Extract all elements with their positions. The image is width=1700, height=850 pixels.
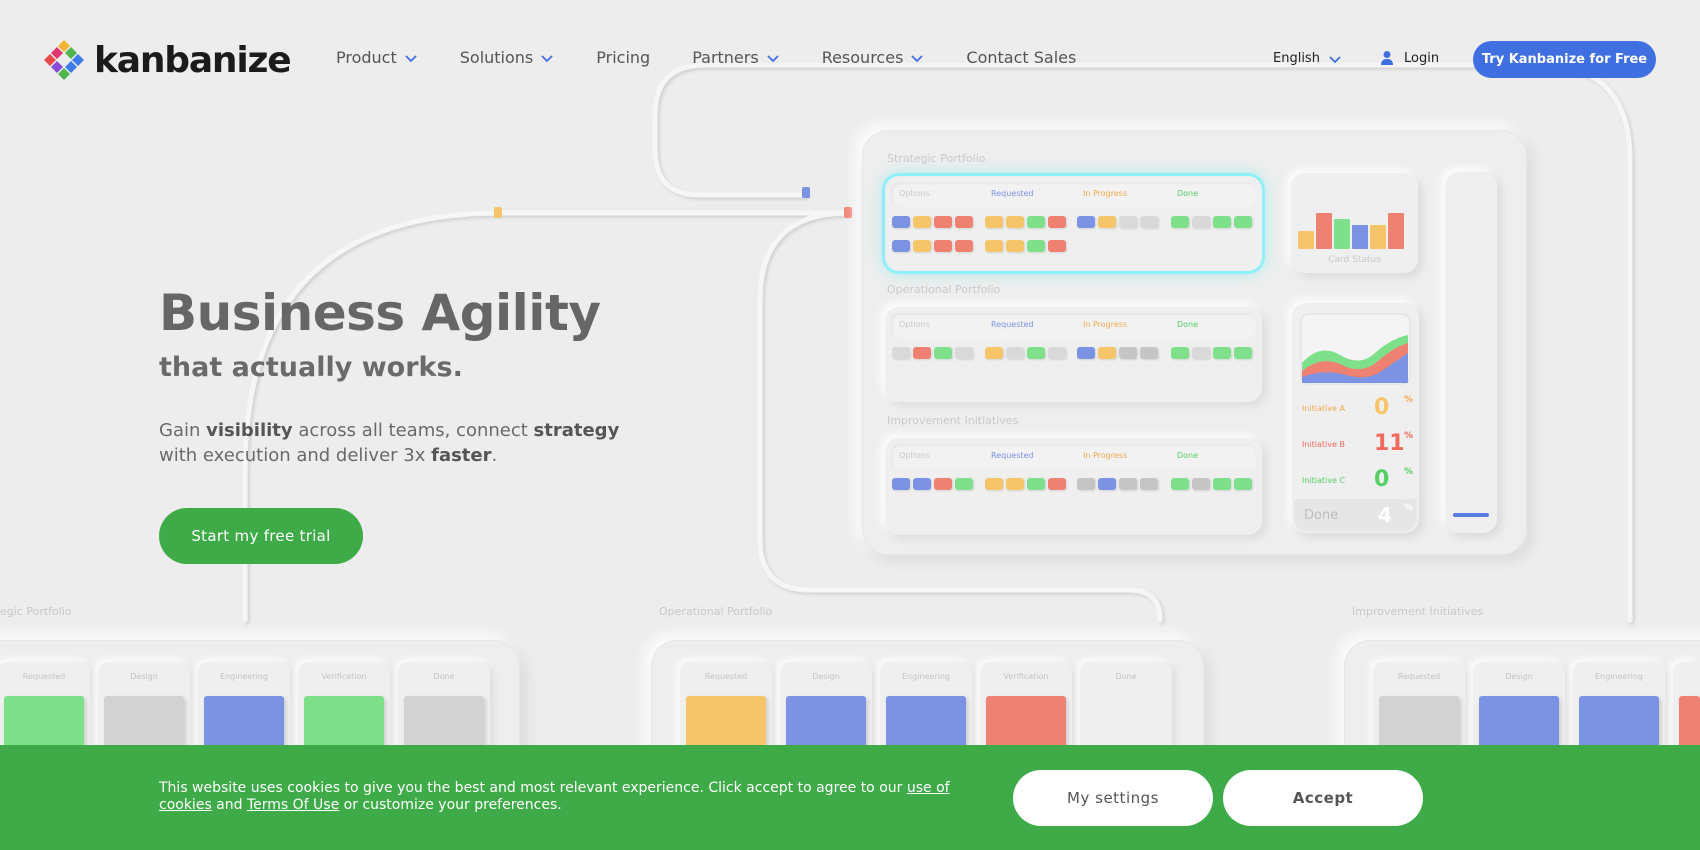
card-status-widget: Card Status <box>1291 173 1418 273</box>
nav-item-label: Pricing <box>596 48 651 67</box>
hero-subtitle: that actually works. <box>159 352 463 383</box>
initiative-a-unit: % <box>1404 395 1414 405</box>
initiative-a-label: Initiative A <box>1302 404 1345 413</box>
bottom-portfolio-label-strategic: egic Portfolio <box>0 605 72 618</box>
chevron-down-icon <box>541 54 553 62</box>
nav-item-label: Product <box>336 48 397 67</box>
pipe-marker-blue <box>802 187 810 198</box>
language-label: English <box>1273 51 1320 66</box>
nav-item-partners[interactable]: Partners <box>692 48 779 67</box>
col-title-requested: Requested <box>991 320 1034 329</box>
chevron-down-icon <box>911 54 924 62</box>
hero-title: Business Agility <box>159 284 601 342</box>
done-value: 4 <box>1378 503 1392 527</box>
col-title-in-progress: In Progress <box>1083 320 1128 329</box>
terms-of-use-link[interactable]: Terms Of Use <box>247 797 339 813</box>
cookie-message: This website uses cookies to give you th… <box>159 780 950 813</box>
nav-item-resources[interactable]: Resources <box>822 48 925 67</box>
main-nav: Product Solutions Pricing Partners Resou… <box>336 48 1118 67</box>
done-row: Done 4 % <box>1294 499 1417 531</box>
nav-item-pricing[interactable]: Pricing <box>596 48 650 67</box>
chevron-down-icon <box>1329 55 1341 63</box>
initiative-c-unit: % <box>1404 467 1414 477</box>
bottom-portfolio-label-improvement: Improvement Initiatives <box>1352 605 1484 618</box>
try-free-button[interactable]: Try Kanbanize for Free <box>1473 41 1656 78</box>
site-header: kanbanize Product Solutions Pricing Part… <box>0 0 1700 120</box>
col-title-done: Done <box>1177 320 1199 329</box>
col-title-requested: Requested <box>991 451 1034 460</box>
board-operational: Options Requested In Progress Done <box>885 307 1262 402</box>
language-selector[interactable]: English <box>1273 51 1342 66</box>
portfolio-label-strategic: Strategic Portfolio <box>887 152 986 165</box>
bottom-portfolio-label-operational: Operational Portfolio <box>659 605 773 618</box>
pipe-marker-red <box>844 207 852 218</box>
col-title-options: Options <box>899 451 930 460</box>
nav-item-product[interactable]: Product <box>336 48 418 67</box>
chevron-down-icon <box>405 54 417 62</box>
nav-item-solutions[interactable]: Solutions <box>460 48 555 67</box>
nav-item-label: Resources <box>821 48 904 67</box>
initiative-c-label: Initiative C <box>1302 476 1346 485</box>
nav-item-label: Solutions <box>459 48 534 67</box>
login-label: Login <box>1404 50 1440 66</box>
col-title-in-progress: In Progress <box>1083 189 1128 198</box>
col-title-options: Options <box>899 320 930 329</box>
col-title-done: Done <box>1177 189 1199 198</box>
portfolio-label-operational: Operational Portfolio <box>887 283 1001 296</box>
col-title-done: Done <box>1177 451 1199 460</box>
cookie-accept-button[interactable]: Accept <box>1223 770 1423 826</box>
card-status-label: Card Status <box>1328 255 1381 265</box>
board-improvement: Options Requested In Progress Done <box>885 438 1262 535</box>
kanbanize-logo-icon <box>44 40 84 80</box>
nav-item-contact-sales[interactable]: Contact Sales <box>966 48 1076 67</box>
nav-item-label: Partners <box>692 48 759 67</box>
initiative-b-label: Initiative B <box>1302 440 1345 449</box>
page: Strategic Portfolio Operational Portfoli… <box>0 0 1700 850</box>
pipe-marker-yellow <box>494 207 502 218</box>
col-title-in-progress: In Progress <box>1083 451 1128 460</box>
initiative-b-unit: % <box>1404 431 1414 441</box>
nav-item-label: Contact Sales <box>966 48 1077 67</box>
initiative-b-value: 11 <box>1374 431 1405 456</box>
logo[interactable]: kanbanize <box>42 38 292 82</box>
slider-indicator <box>1453 513 1489 517</box>
cookie-banner: This website uses cookies to give you th… <box>0 745 1700 850</box>
cookie-settings-button[interactable]: My settings <box>1013 770 1213 826</box>
initiatives-widget: Initiative A 0 % Initiative B 11 % Initi… <box>1292 303 1419 533</box>
done-label: Done <box>1304 508 1339 523</box>
logo-text: kanbanize <box>94 39 292 81</box>
login-link[interactable]: Login <box>1380 50 1439 66</box>
vertical-slider-widget <box>1445 172 1497 533</box>
col-title-requested: Requested <box>991 189 1034 198</box>
user-icon <box>1381 51 1393 65</box>
area-chart-icon <box>1300 313 1411 385</box>
col-title-options: Options <box>899 189 930 198</box>
chevron-down-icon <box>767 54 779 62</box>
initiative-c-value: 0 <box>1374 467 1390 492</box>
board-strategic: Options Requested In Progress Done <box>885 176 1262 271</box>
start-free-trial-button[interactable]: Start my free trial <box>159 508 363 564</box>
initiative-a-value: 0 <box>1374 395 1390 420</box>
done-unit: % <box>1404 503 1414 513</box>
portfolio-label-improvement: Improvement Initiatives <box>887 414 1019 427</box>
hero-description: Gain visibility across all teams, connec… <box>159 420 620 466</box>
